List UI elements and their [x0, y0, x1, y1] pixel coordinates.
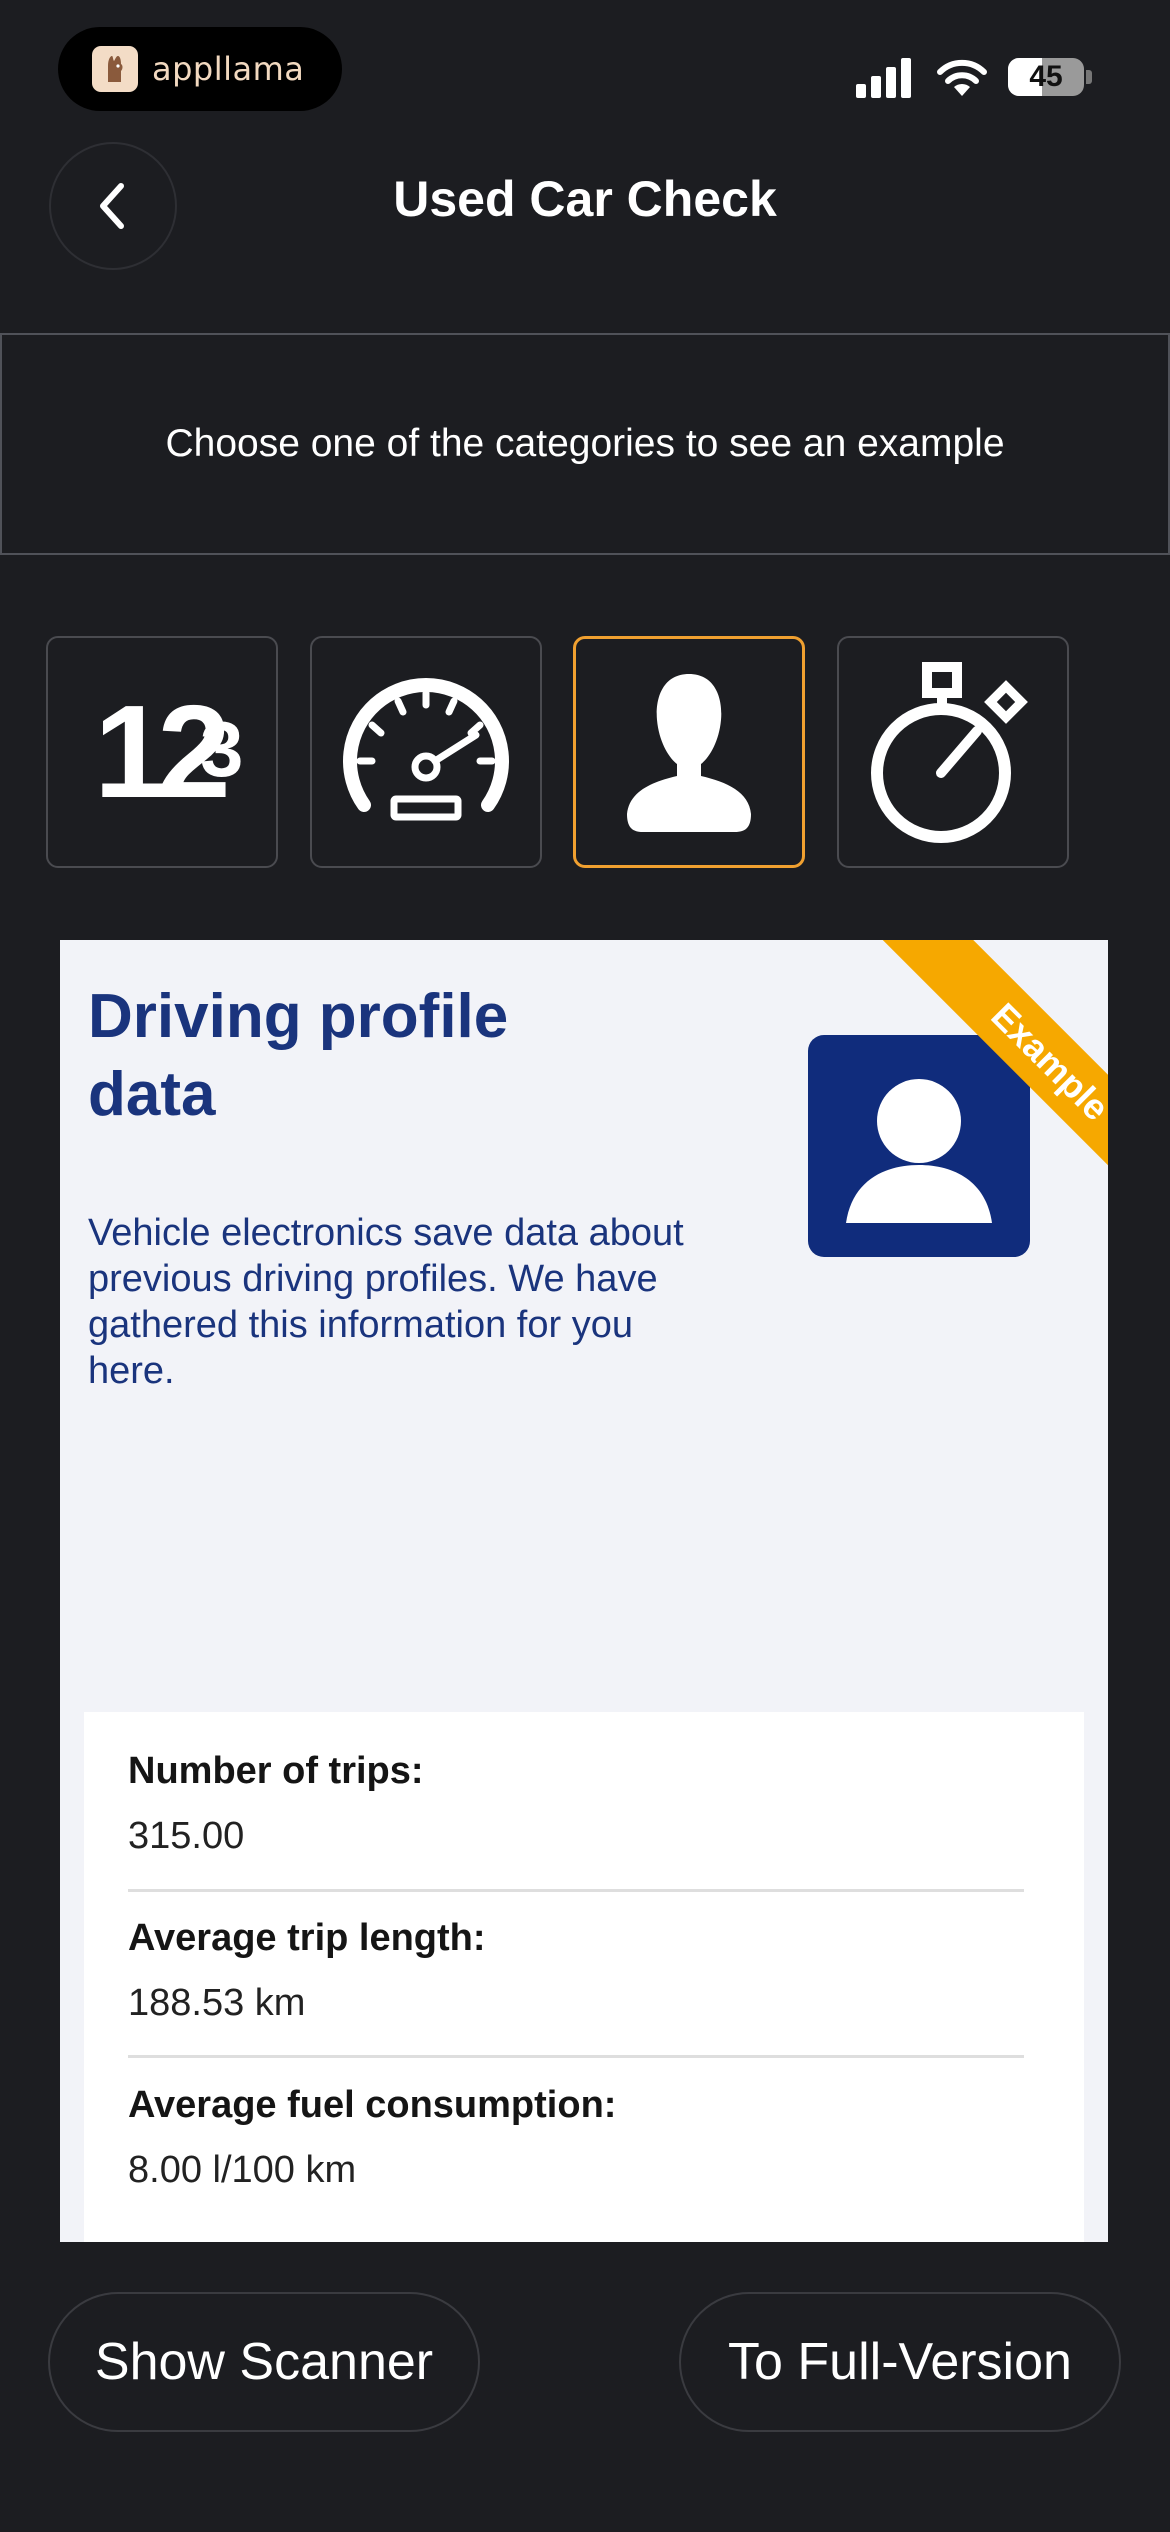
card-title: Driving profile data	[88, 982, 509, 1129]
brand-name: appllama	[152, 50, 305, 88]
numbers-icon: 12 3	[72, 686, 252, 818]
battery-cap	[1086, 70, 1092, 84]
info-banner-text: Choose one of the categories to see an e…	[165, 422, 1005, 465]
data-value: 8.00 l/100 km	[128, 2149, 357, 2191]
divider	[128, 1889, 1024, 1892]
data-row-trips: Number of trips: 315.00	[128, 1750, 1024, 1858]
data-label: Number of trips:	[128, 1750, 424, 1792]
data-label: Average trip length:	[128, 1917, 486, 1959]
category-tile-driving-profile[interactable]	[573, 636, 805, 868]
data-row-fuel: Average fuel consumption: 8.00 l/100 km	[128, 2084, 1024, 2192]
numbers-icon-sup: 3	[200, 705, 244, 793]
full-version-button[interactable]: To Full-Version	[679, 2292, 1121, 2432]
show-scanner-button[interactable]: Show Scanner	[48, 2292, 480, 2432]
data-panel: Number of trips: 315.00 Average trip len…	[84, 1712, 1084, 2242]
divider	[128, 2055, 1024, 2058]
example-card: Driving profile data Vehicle electronics…	[60, 940, 1108, 2242]
battery-icon: 45	[1008, 58, 1084, 96]
brand-pill[interactable]: appllama	[58, 27, 342, 111]
data-value: 315.00	[128, 1815, 245, 1857]
llama-logo-icon	[92, 46, 138, 92]
category-tile-mileage[interactable]: 12 3	[46, 636, 278, 868]
wifi-icon	[937, 59, 987, 96]
data-label: Average fuel consumption:	[128, 2084, 617, 2126]
stopwatch-icon	[871, 662, 1028, 843]
card-description: Vehicle electronics save data about prev…	[88, 1212, 684, 1392]
profile-badge-icon	[808, 1035, 1030, 1257]
category-tile-timer[interactable]	[837, 636, 1069, 868]
data-row-trip-length: Average trip length: 188.53 km	[128, 1917, 1024, 2025]
category-tile-speedometer[interactable]	[310, 636, 542, 868]
person-icon	[627, 674, 751, 832]
data-value: 188.53 km	[128, 1982, 306, 2024]
page-title: Used Car Check	[393, 171, 777, 227]
cellular-signal-icon	[856, 58, 911, 98]
speedometer-icon	[343, 678, 509, 821]
info-banner: Choose one of the categories to see an e…	[0, 333, 1170, 555]
battery-level: 45	[1029, 60, 1063, 93]
